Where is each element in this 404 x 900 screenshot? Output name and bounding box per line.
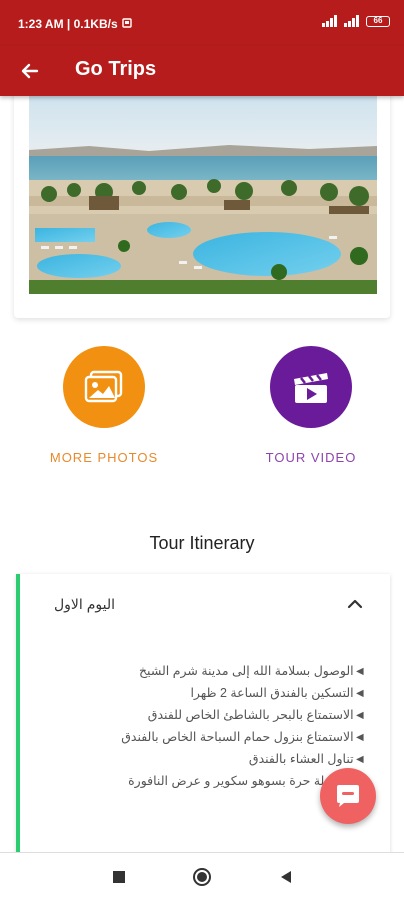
photos-circle xyxy=(63,346,145,428)
square-icon xyxy=(113,871,125,883)
tour-video-label: TOUR VIDEO xyxy=(265,450,357,465)
status-bar: 1:23 AM | 0.1KB/s 66 xyxy=(0,0,404,46)
signal-icon xyxy=(322,15,338,27)
back-nav-button[interactable] xyxy=(276,867,296,887)
more-photos-button[interactable]: MORE PHOTOS xyxy=(34,346,174,465)
clapperboard-icon xyxy=(294,373,328,403)
circle-icon xyxy=(193,868,211,886)
chat-fab-button[interactable] xyxy=(320,768,376,824)
list-item: ◄ع لجولة حرة بسوهو سكوير و عرض النافورة xyxy=(128,774,366,788)
tour-video-button[interactable]: TOUR VIDEO xyxy=(241,346,381,465)
tour-details-content[interactable]: MORE PHOTOS TOUR VIDEO Tour Itinerary ال… xyxy=(0,96,404,852)
list-item: ◄الاستمتاع بالبحر بالشاطئ الخاص للفندق xyxy=(147,708,366,722)
recents-button[interactable] xyxy=(109,867,129,887)
more-photos-label: MORE PHOTOS xyxy=(49,450,159,465)
signal-icon-2 xyxy=(344,15,360,27)
chevron-up-icon xyxy=(347,599,363,609)
status-time-speed: 1:23 AM | 0.1KB/s xyxy=(18,17,118,31)
video-circle xyxy=(270,346,352,428)
list-item: ◄الوصول بسلامة الله إلى مدينة شرم الشيخ xyxy=(138,664,366,678)
chat-icon xyxy=(337,785,359,807)
list-item: ◄التسكين بالفندق الساعة 2 ظهرا xyxy=(190,686,366,700)
system-nav-bar xyxy=(0,852,404,900)
itinerary-items: ◄الوصول بسلامة الله إلى مدينة شرم الشيخ … xyxy=(50,660,366,814)
tour-photo xyxy=(29,96,377,294)
triangle-back-icon xyxy=(281,871,291,883)
section-title-itinerary: Tour Itinerary xyxy=(149,533,255,553)
status-right: 66 xyxy=(322,15,390,27)
photo-gallery-icon xyxy=(84,370,123,403)
notification-icon xyxy=(121,17,132,31)
back-button[interactable] xyxy=(16,57,44,85)
page-title: Go Trips xyxy=(75,58,157,80)
list-item: ◄الاستمتاع بنزول حمام السباحة الخاص بالف… xyxy=(121,730,366,744)
list-item: ◄تناول العشاء بالفندق xyxy=(248,752,366,766)
battery-icon: 66 xyxy=(366,15,390,27)
tour-photo-card[interactable] xyxy=(14,96,390,318)
list-item: صة xyxy=(50,792,366,814)
app-bar: Go Trips xyxy=(0,46,404,96)
home-button[interactable] xyxy=(192,867,212,887)
day-title: اليوم الاول xyxy=(54,596,115,612)
arrow-left-icon xyxy=(21,63,39,79)
status-left: 1:23 AM | 0.1KB/s xyxy=(18,17,132,31)
day-header[interactable]: اليوم الاول xyxy=(20,574,390,634)
